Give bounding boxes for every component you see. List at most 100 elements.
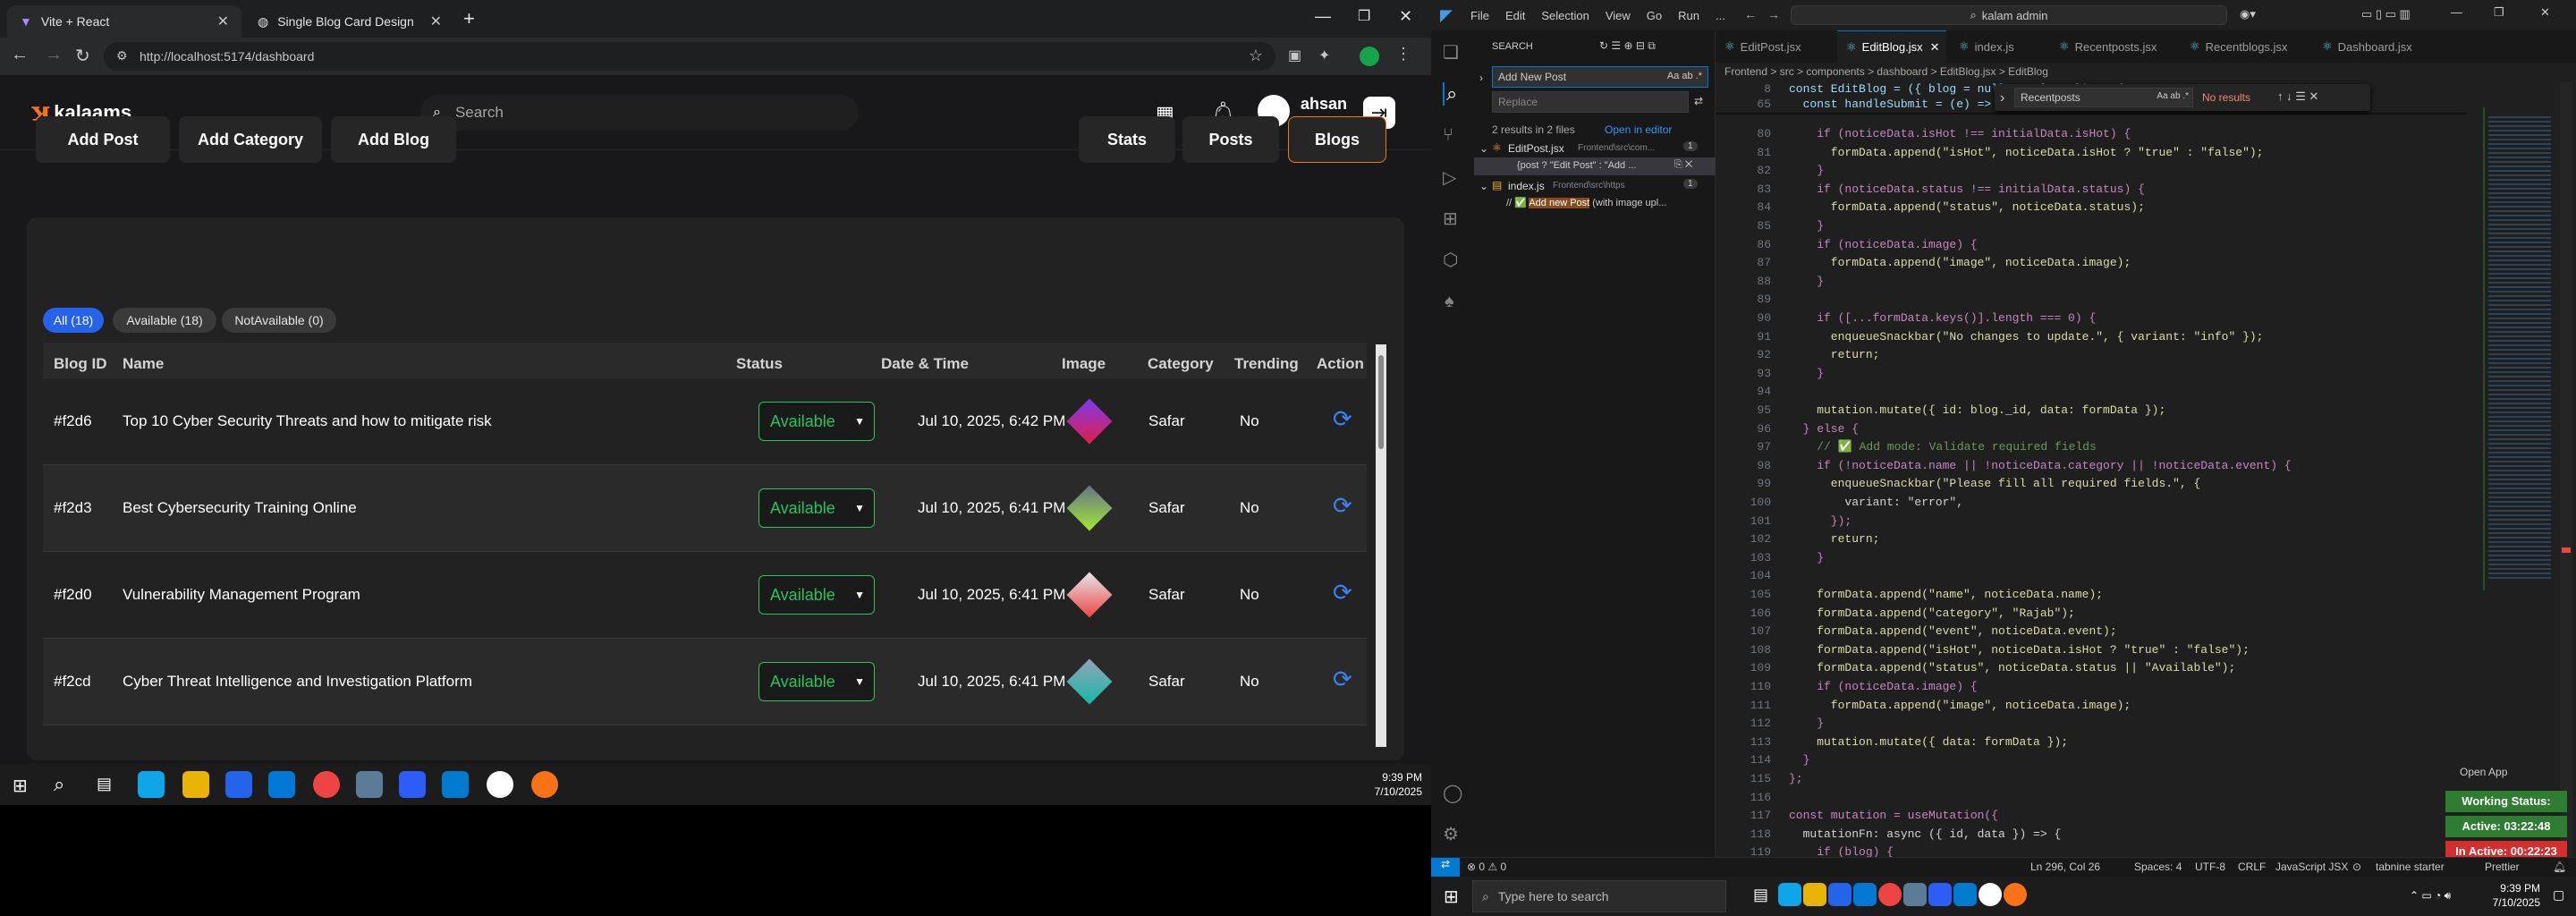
remote-indicator-icon[interactable]: ⇄: [1431, 858, 1460, 877]
notifications-bell-icon[interactable]: 🔔︎: [2553, 861, 2566, 873]
status-select[interactable]: Available ▼: [758, 662, 875, 701]
status-select[interactable]: Available ▼: [758, 488, 875, 528]
scrollbar-thumb[interactable]: [1378, 355, 1384, 449]
toggle-replace-icon[interactable]: ›: [2000, 90, 2004, 106]
close-window-icon[interactable]: ✕: [2540, 5, 2550, 20]
editor-tab-active[interactable]: ⚛ EditBlog.jsx ✕: [1837, 30, 1946, 63]
back-icon[interactable]: ←: [11, 45, 29, 65]
chrome-icon[interactable]: [313, 771, 340, 798]
add-category-button[interactable]: Add Category: [179, 116, 322, 163]
result-match-selected[interactable]: {post ? "Edit Post" : "Add ... ⎘ ✕: [1474, 157, 1716, 175]
open-in-editor-link[interactable]: Open in editor: [1605, 123, 1672, 136]
forward-icon[interactable]: →: [45, 45, 63, 65]
editor-tab[interactable]: ⚛ Dashboard.jsx: [2313, 30, 2438, 63]
code-editor[interactable]: 8 const EditBlog = ({ blog = null, onClos…: [1716, 82, 2467, 914]
new-tab-button[interactable]: +: [463, 7, 475, 30]
app-icon[interactable]: [356, 771, 383, 798]
refresh-action-icon[interactable]: ⟳: [1333, 579, 1352, 606]
replace-icon[interactable]: ⎘ ✕: [1674, 159, 1692, 171]
notification-center-icon[interactable]: ▢: [2553, 887, 2564, 903]
extension-icon[interactable]: ▣: [1288, 47, 1301, 64]
extensions-puzzle-icon[interactable]: ✦: [1318, 47, 1330, 64]
add-blog-button[interactable]: Add Blog: [331, 116, 456, 163]
find-nav-icons[interactable]: ↑ ↓ ☰ ✕: [2277, 89, 2318, 104]
filter-all-chip[interactable]: All (18): [43, 308, 104, 333]
open-app-link[interactable]: Open App: [2460, 766, 2507, 778]
task-view-icon[interactable]: ▤: [1753, 886, 1768, 904]
accounts-icon[interactable]: ◯: [1443, 782, 1462, 804]
source-control-icon[interactable]: ⑂: [1443, 125, 1453, 146]
status-select[interactable]: Available ▼: [758, 402, 875, 441]
prettier-status[interactable]: Prettier: [2485, 861, 2520, 873]
editor-tab[interactable]: ⚛ index.js: [1950, 30, 2046, 63]
editor-tab[interactable]: ⚛ EditPost.jsx: [1716, 30, 1832, 63]
close-tab-icon[interactable]: ✕: [1930, 40, 1940, 55]
copilot-icon[interactable]: ◉▾: [2240, 7, 2256, 21]
language-mode[interactable]: JavaScript JSX: [2275, 861, 2348, 873]
search-actions-icon[interactable]: ↻ ☰ ⊕ ⊟ ⧉: [1599, 39, 1656, 53]
stats-tab[interactable]: Stats: [1079, 116, 1175, 163]
settings-gear-icon[interactable]: ⚙: [1443, 823, 1459, 845]
filter-available-chip[interactable]: Available (18): [113, 308, 216, 333]
status-select[interactable]: Available ▼: [758, 575, 875, 615]
app-icon[interactable]: [1903, 883, 1927, 906]
minimap[interactable]: [2478, 107, 2567, 626]
browser-tab[interactable]: ◍ Single Blog Card Design ✕: [245, 5, 454, 38]
windows-start-icon[interactable]: ⊞: [13, 775, 28, 797]
windows-start-icon[interactable]: ⊞: [1444, 886, 1459, 908]
menu-item[interactable]: View: [1606, 9, 1631, 22]
site-info-icon[interactable]: ⚙: [116, 48, 128, 64]
remote-icon[interactable]: ⬡: [1443, 249, 1458, 271]
line-ending[interactable]: CRLF: [2238, 861, 2266, 873]
explorer-icon[interactable]: ❏: [1443, 41, 1459, 64]
edge-icon[interactable]: [1778, 883, 1801, 906]
find-input[interactable]: Recentposts Aa ab .*: [2014, 88, 2193, 107]
postman-icon[interactable]: [2004, 883, 2027, 906]
refresh-action-icon[interactable]: ⟳: [1333, 492, 1352, 520]
app-icon[interactable]: [487, 771, 513, 798]
store-icon[interactable]: [1828, 883, 1852, 906]
refresh-action-icon[interactable]: ⟳: [1333, 666, 1352, 693]
indentation[interactable]: Spaces: 4: [2134, 861, 2182, 873]
search-icon[interactable]: ⌕: [54, 773, 64, 796]
task-view-icon[interactable]: ▤: [97, 775, 112, 793]
zoom-icon[interactable]: [1928, 883, 1952, 906]
toggle-replace-icon[interactable]: ›: [1479, 72, 1483, 84]
store-icon[interactable]: [225, 771, 252, 798]
result-file[interactable]: ⌄ ⚛ EditPost.jsx Frontend\src\com... 1: [1479, 140, 1712, 157]
menu-item[interactable]: ...: [1716, 9, 1725, 22]
outlook-icon[interactable]: [268, 771, 295, 798]
browser-menu-icon[interactable]: ⋮: [1395, 45, 1411, 64]
close-tab-icon[interactable]: ✕: [430, 13, 442, 30]
replace-all-icon[interactable]: ⇄: [1694, 95, 1703, 107]
postman-icon[interactable]: [531, 771, 558, 798]
table-scrollbar[interactable]: [1376, 344, 1386, 747]
restore-icon[interactable]: ❐: [2494, 5, 2504, 20]
url-input[interactable]: ⚙ http://localhost:5174/dashboard ☆: [104, 42, 1275, 71]
outlook-icon[interactable]: [1853, 883, 1877, 906]
result-file[interactable]: ⌄ ▤ index.js Frontend\src\https 1: [1479, 177, 1712, 195]
run-debug-icon[interactable]: ▷: [1443, 166, 1456, 189]
blogs-tab-active[interactable]: Blogs: [1288, 116, 1386, 163]
tabnine-status[interactable]: tabnine starter: [2376, 861, 2445, 873]
editor-tab[interactable]: ⚛ Recentblogs.jsx: [2181, 30, 2308, 63]
search-bar[interactable]: ⌕ Search: [420, 95, 859, 131]
layout-toggle-icon[interactable]: ▭ ▯ ▭ ▥: [2361, 7, 2411, 21]
add-post-button[interactable]: Add Post: [36, 116, 170, 163]
taskbar-search[interactable]: ⌕ Type here to search: [1472, 880, 1726, 912]
mongodb-leaf-icon[interactable]: ♠: [1445, 292, 1454, 312]
minimize-icon[interactable]: —: [1315, 7, 1331, 26]
zoom-icon[interactable]: [399, 771, 426, 798]
menu-item[interactable]: Edit: [1505, 9, 1525, 22]
file-explorer-icon[interactable]: [182, 771, 209, 798]
nav-forward-icon[interactable]: →: [1767, 7, 1780, 21]
vscode-icon[interactable]: [442, 771, 469, 798]
result-match[interactable]: // ✅ Add new Post (with image upl...: [1506, 197, 1712, 213]
search-input[interactable]: Search: [455, 104, 504, 122]
match-options-icon[interactable]: Aa ab .*: [1667, 71, 1702, 81]
close-window-icon[interactable]: ✕: [1399, 7, 1412, 26]
menu-item[interactable]: Go: [1647, 9, 1662, 22]
chrome-icon[interactable]: [1878, 883, 1902, 906]
problems-indicator[interactable]: ⊗ 0 ⚠ 0: [1467, 861, 1506, 873]
nav-back-icon[interactable]: ←: [1744, 7, 1757, 21]
